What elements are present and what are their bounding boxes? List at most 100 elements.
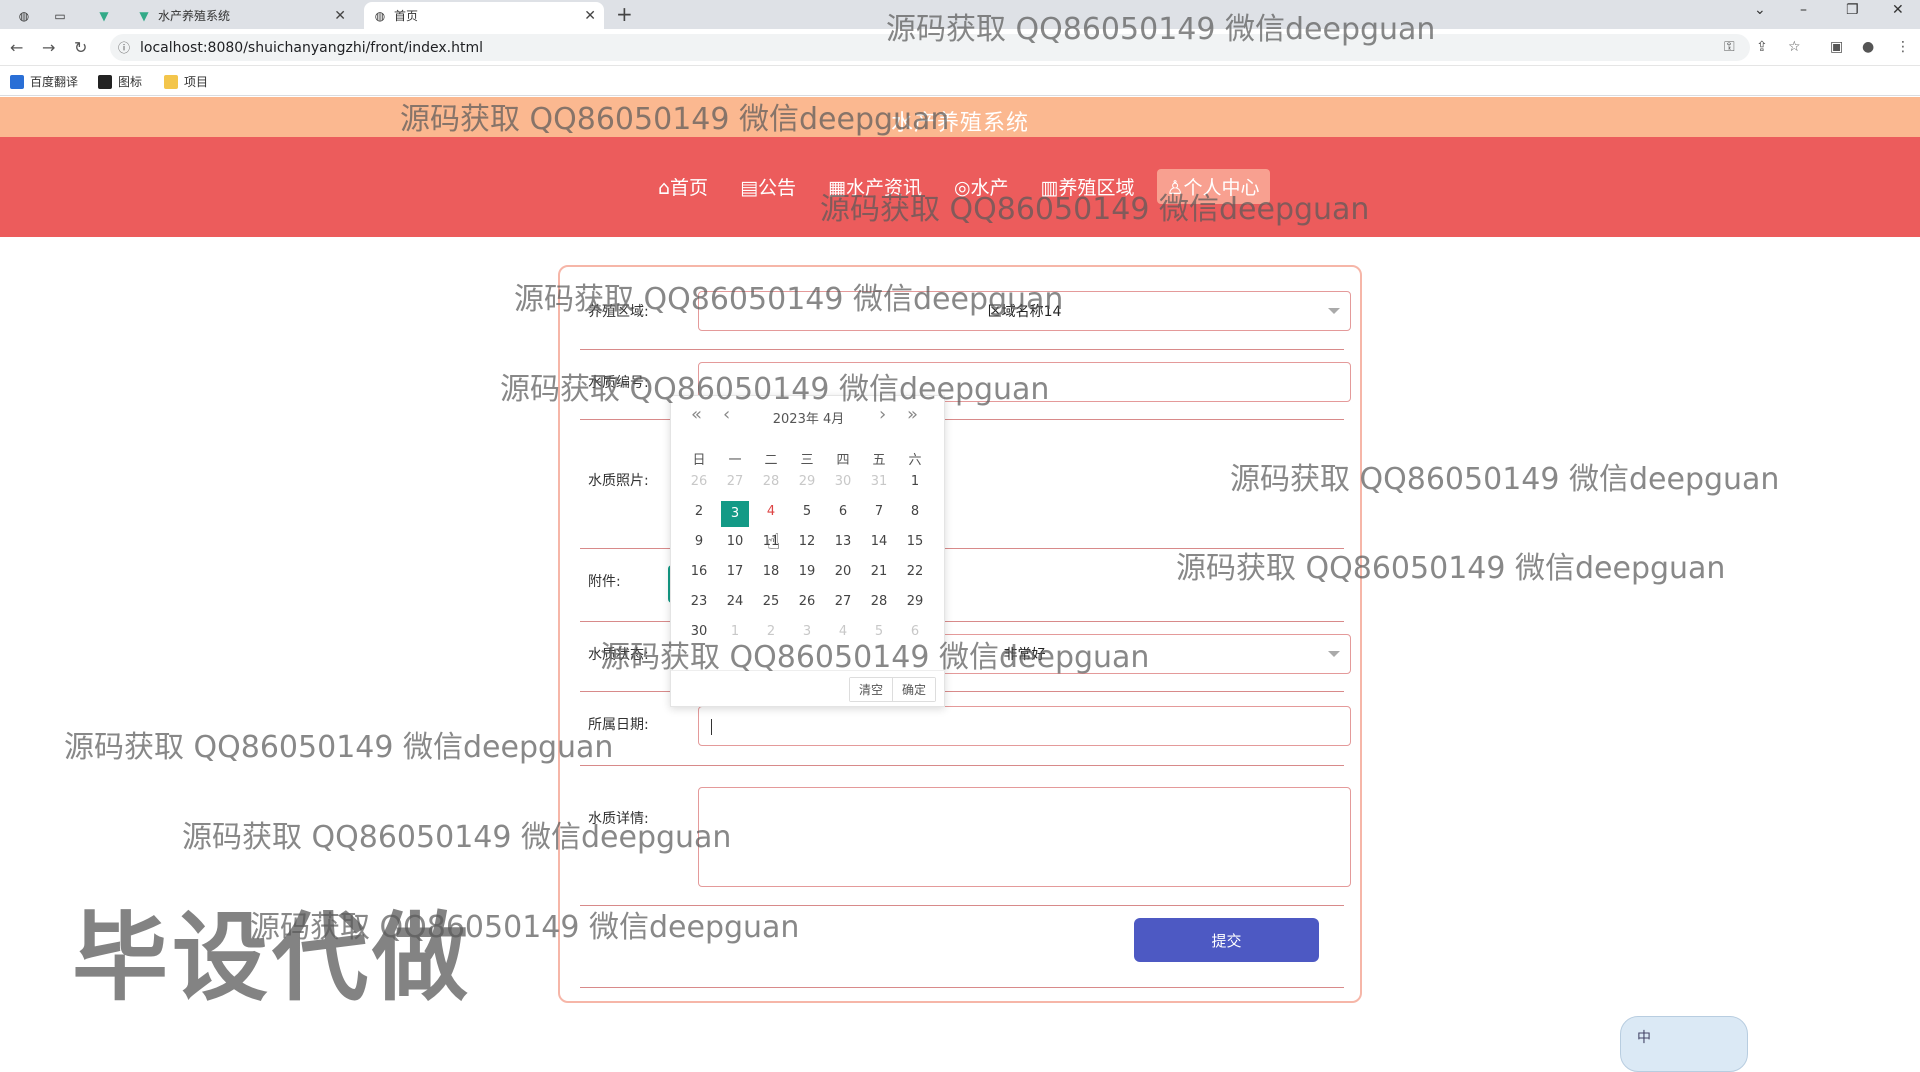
calendar-day-selected[interactable]: 3 xyxy=(721,501,749,527)
calendar-day[interactable]: 1 xyxy=(897,469,933,499)
browser-tab-1[interactable]: ◍ xyxy=(8,2,40,29)
watermark: 源码获取 QQ86050149 微信deepguan xyxy=(886,12,1436,47)
calendar-day[interactable]: 27 xyxy=(825,589,861,619)
back-icon[interactable]: ← xyxy=(10,38,23,57)
watermark: 源码获取 QQ86050149 微信deepguan xyxy=(1176,551,1726,586)
calendar-day[interactable]: 22 xyxy=(897,559,933,589)
chevron-down-icon xyxy=(1328,308,1340,314)
watermark: 源码获取 QQ86050149 微信deepguan xyxy=(514,282,1064,317)
calendar-day[interactable]: 26 xyxy=(681,469,717,499)
minimize-icon[interactable]: – xyxy=(1800,2,1807,18)
folder-icon xyxy=(164,74,178,89)
profile-icon[interactable]: ● xyxy=(1862,39,1874,55)
calendar-day[interactable]: 9 xyxy=(681,529,717,559)
nav-notice[interactable]: ▤公告 xyxy=(730,169,806,204)
date-input[interactable] xyxy=(698,706,1351,746)
star-icon[interactable]: ☆ xyxy=(1788,39,1801,55)
weekday: 日 xyxy=(692,453,706,468)
calendar-day[interactable]: 10 xyxy=(717,529,753,559)
browser-tab-home[interactable]: ◍ 首页 ✕ xyxy=(364,2,604,29)
vue-icon: ▼ xyxy=(139,8,149,23)
key-icon[interactable]: ⚿ xyxy=(1724,39,1735,55)
blank-page-icon: ▭ xyxy=(54,8,66,23)
calendar-day[interactable]: 28 xyxy=(861,589,897,619)
watermark: 源码获取 QQ86050149 微信deepguan xyxy=(400,102,950,137)
bookmarks-bar: 百度翻译 图标 项目 xyxy=(0,66,1920,96)
date-picker-title: 2023年 4月 xyxy=(772,412,845,427)
new-tab-icon[interactable]: + xyxy=(616,2,633,26)
calendar-day[interactable]: 30 xyxy=(825,469,861,499)
confirm-button[interactable]: 确定 xyxy=(891,678,935,701)
tab-label: 水产养殖系统 xyxy=(158,9,231,23)
site-header: 水产养殖系统 xyxy=(0,97,1920,137)
bookmark-project[interactable]: 项目 xyxy=(164,73,208,90)
calendar-day[interactable]: 7 xyxy=(861,499,897,529)
url-text: localhost:8080/shuichanyangzhi/front/ind… xyxy=(140,39,483,56)
sidebar-icon[interactable]: ▣ xyxy=(1830,39,1843,55)
calendar-day-hovered[interactable]: 4 xyxy=(750,491,792,533)
hand-cursor-icon: ☝ xyxy=(767,530,781,555)
calendar-day[interactable]: 6 xyxy=(825,499,861,529)
calendar-day[interactable]: 26 xyxy=(789,589,825,619)
share-icon[interactable]: ⇪ xyxy=(1756,39,1768,55)
calendar-day[interactable]: 16 xyxy=(681,559,717,589)
close-window-icon[interactable]: ✕ xyxy=(1892,2,1904,18)
calendar-day[interactable]: 12 xyxy=(789,529,825,559)
calendar-day[interactable]: 29 xyxy=(789,469,825,499)
calendar-day[interactable]: 17 xyxy=(717,559,753,589)
ime-label: 中 xyxy=(1637,1030,1651,1046)
watermark: 源码获取 QQ86050149 微信deepguan xyxy=(820,192,1370,227)
calendar-day[interactable]: 28 xyxy=(753,469,789,499)
weekday-header: 日 一 二 三 四 五 六 xyxy=(681,449,933,468)
calendar-day[interactable]: 27 xyxy=(717,469,753,499)
calendar-day[interactable]: 18 xyxy=(753,559,789,589)
calendar-day[interactable]: 13 xyxy=(825,529,861,559)
bookmark-translate[interactable]: 百度翻译 xyxy=(10,73,78,90)
calendar-day[interactable]: 19 xyxy=(789,559,825,589)
submit-button[interactable]: 提交 xyxy=(1134,918,1319,962)
calendar-day[interactable]: 31 xyxy=(861,469,897,499)
photo-label: 水质照片: xyxy=(588,473,649,489)
weekday: 六 xyxy=(908,453,922,468)
attachment-label: 附件: xyxy=(588,574,621,590)
text-cursor xyxy=(711,719,712,735)
calendar-day[interactable]: 14 xyxy=(861,529,897,559)
calendar-day[interactable]: 15 xyxy=(897,529,933,559)
calendar-day[interactable]: 23 xyxy=(681,589,717,619)
globe-icon: ◍ xyxy=(18,8,30,23)
close-icon[interactable]: ✕ xyxy=(584,8,596,24)
nav-home[interactable]: ⌂首页 xyxy=(648,169,718,204)
menu-icon[interactable]: ⋮ xyxy=(1896,39,1910,55)
browser-tab-2[interactable]: ▭ xyxy=(44,2,76,29)
watermark: 源码获取 QQ86050149 微信deepguan xyxy=(500,372,1050,407)
big-watermark: 毕设代做 xyxy=(72,902,472,1014)
ime-widget[interactable]: 中 xyxy=(1620,1016,1748,1072)
calendar-day[interactable]: 25 xyxy=(753,589,789,619)
info-icon[interactable]: ⓘ xyxy=(118,39,130,56)
browser-tab-3[interactable]: ▼ xyxy=(88,2,120,29)
reload-icon[interactable]: ↻ xyxy=(74,38,87,57)
close-icon[interactable]: ✕ xyxy=(334,8,346,24)
bookmark-label: 百度翻译 xyxy=(30,75,79,89)
globe-icon: ◍ xyxy=(374,8,386,23)
watermark: 源码获取 QQ86050149 微信deepguan xyxy=(1230,462,1780,497)
calendar-day[interactable]: 29 xyxy=(897,589,933,619)
calendar-day[interactable]: 20 xyxy=(825,559,861,589)
bookmark-label: 项目 xyxy=(184,75,209,89)
weekday: 一 xyxy=(728,453,742,468)
image-icon xyxy=(98,74,112,89)
detail-textarea[interactable] xyxy=(698,787,1351,887)
calendar-day[interactable]: 2 xyxy=(681,499,717,529)
calendar-day[interactable]: 5 xyxy=(789,499,825,529)
clear-button[interactable]: 清空 xyxy=(849,678,892,701)
browser-tab-system[interactable]: ▼ 水产养殖系统 ✕ xyxy=(128,2,354,29)
bookmark-icons[interactable]: 图标 xyxy=(98,73,142,90)
calendar-day[interactable]: 24 xyxy=(717,589,753,619)
calendar-day[interactable]: 8 xyxy=(897,499,933,529)
tab-search-icon[interactable]: ⌄ xyxy=(1754,2,1766,18)
restore-icon[interactable]: ❐ xyxy=(1846,2,1859,18)
calendar-day[interactable]: 21 xyxy=(861,559,897,589)
forward-icon[interactable]: → xyxy=(42,38,55,57)
translate-icon xyxy=(10,74,24,89)
watermark: 源码获取 QQ86050149 微信deepguan xyxy=(64,730,614,765)
